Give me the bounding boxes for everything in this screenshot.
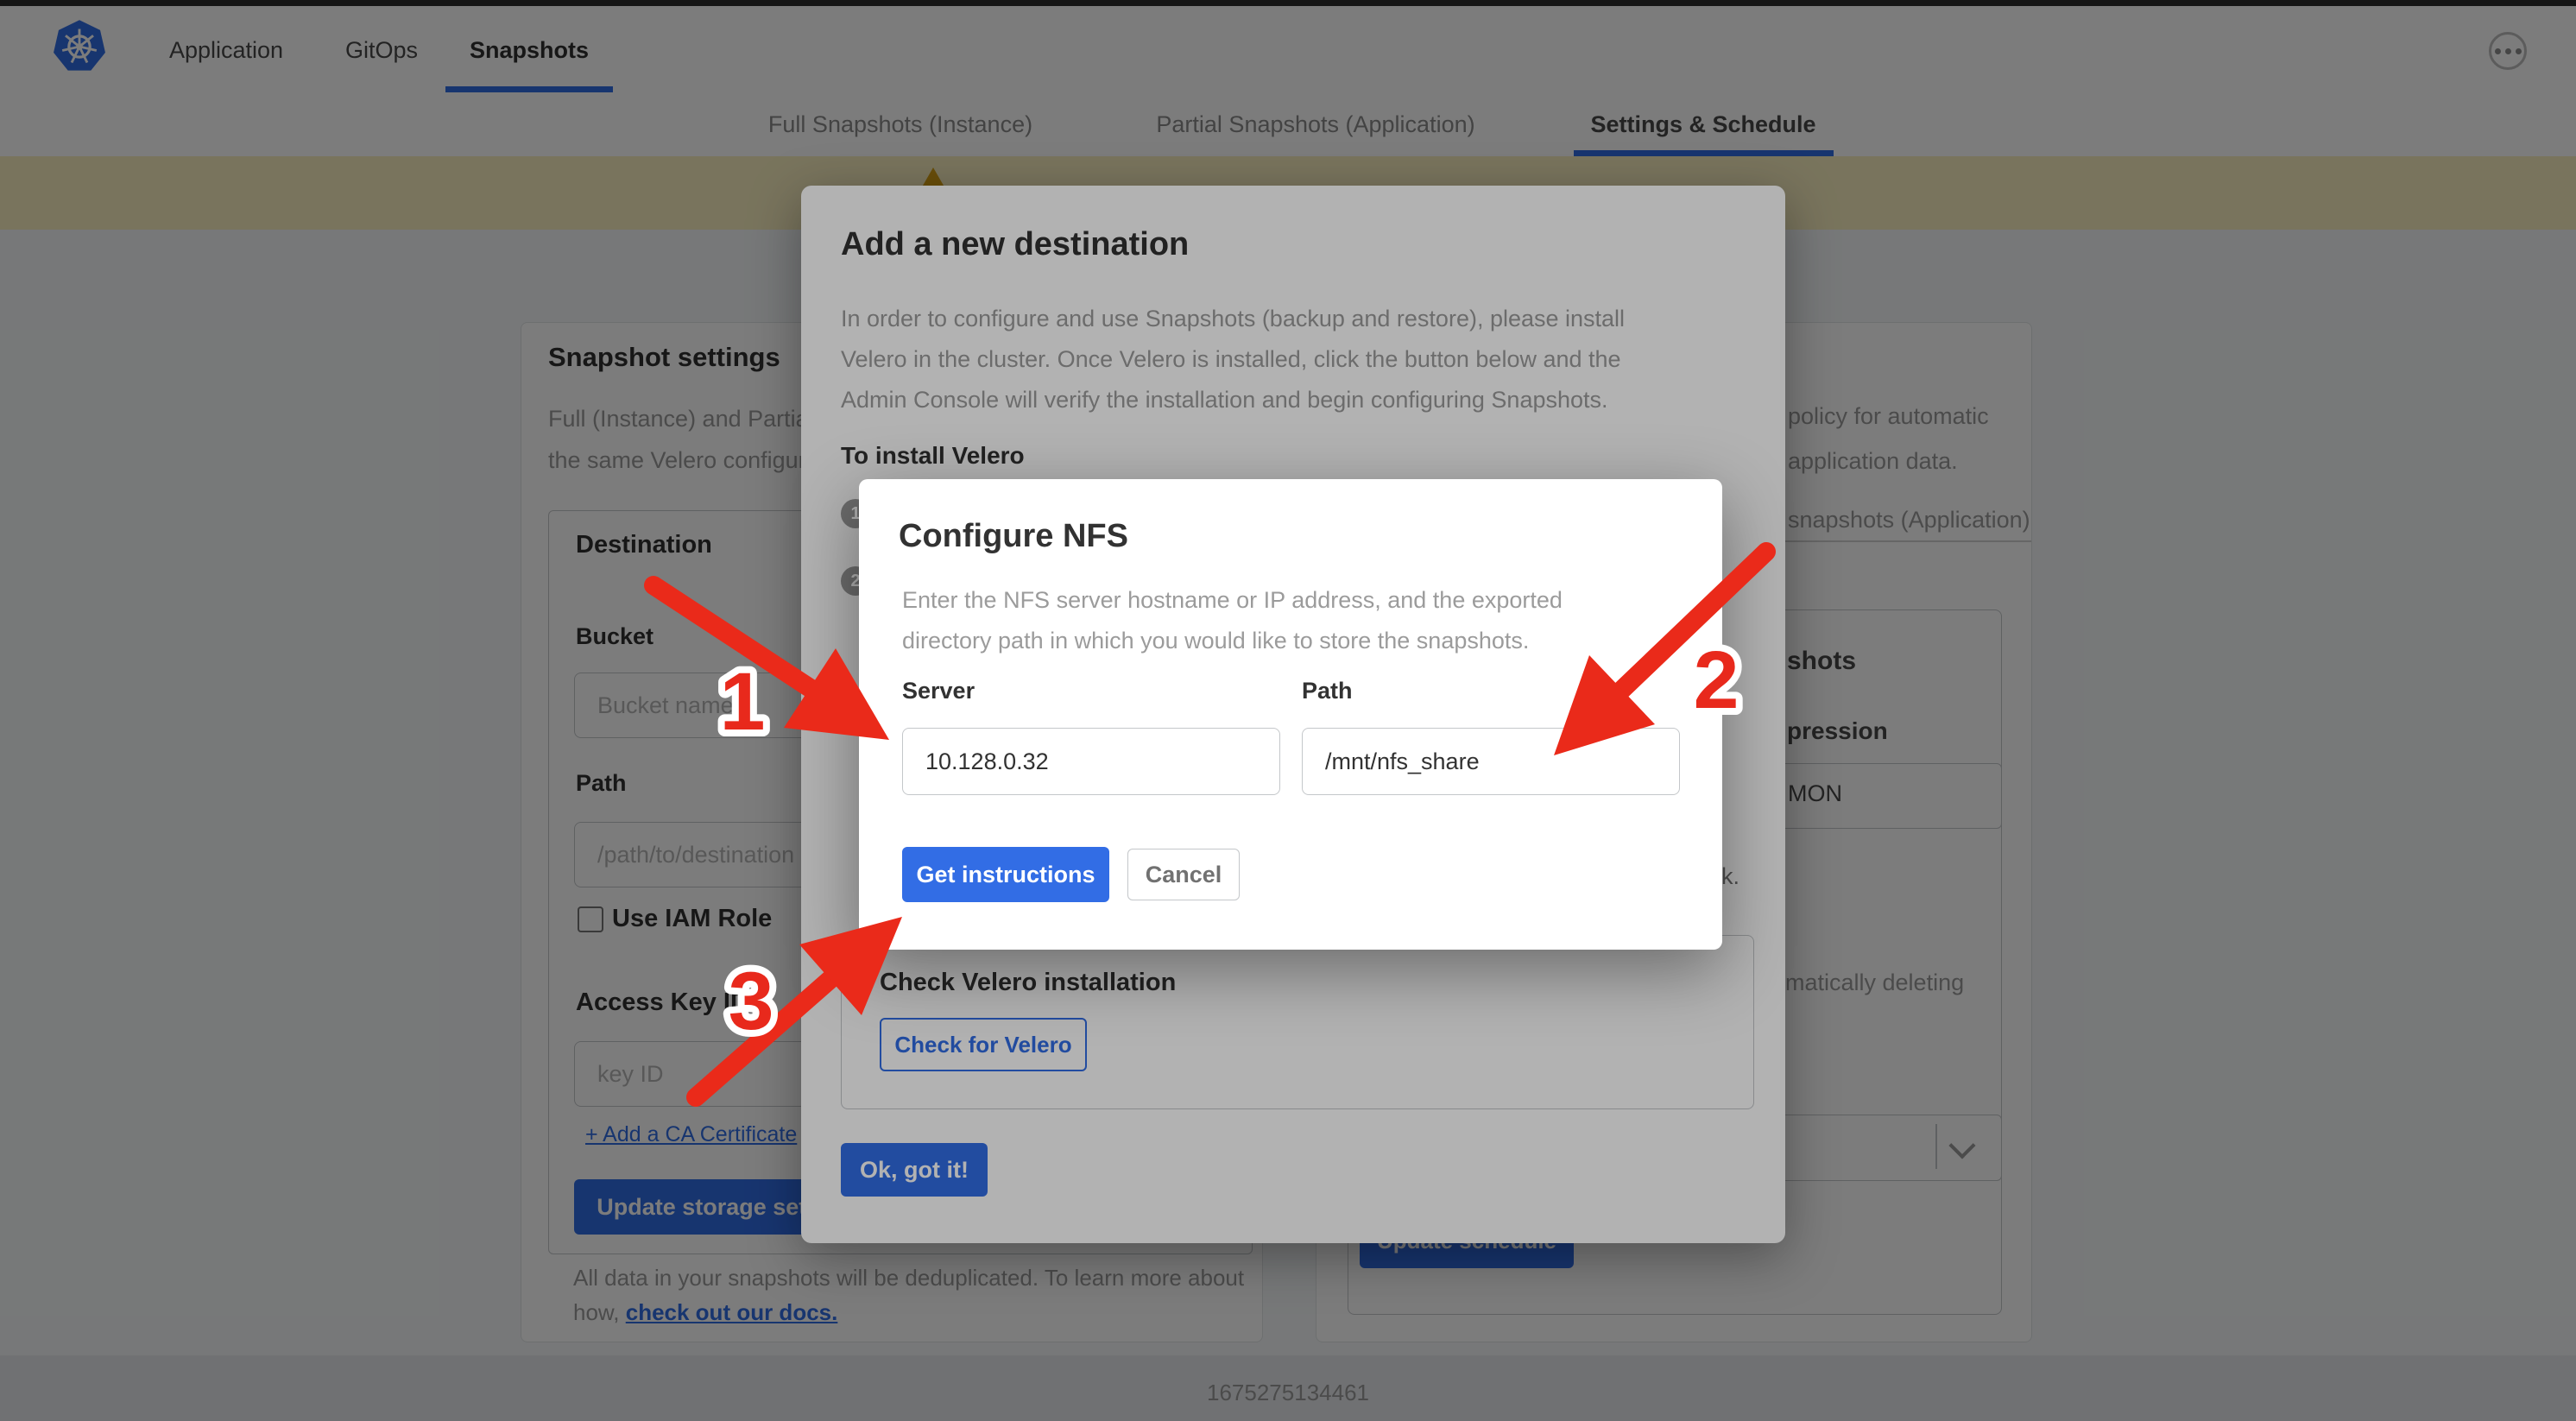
admin-console-screen: Application GitOps Snapshots Full Snapsh… — [0, 0, 2576, 1421]
cancel-button[interactable]: Cancel — [1127, 849, 1240, 900]
subtab-settings-schedule[interactable]: Settings & Schedule — [1590, 111, 1815, 138]
subtab-full-snapshots[interactable]: Full Snapshots (Instance) — [768, 111, 1032, 138]
select-divider — [1935, 1124, 1937, 1169]
subtab-partial-snapshots[interactable]: Partial Snapshots (Application) — [1156, 111, 1474, 138]
kubernetes-logo-icon — [52, 19, 107, 74]
destination-modal-body-line1: In order to configure and use Snapshots … — [841, 299, 1721, 339]
dedup-note-prefix: how, — [573, 1299, 620, 1325]
nav-tab-snapshots[interactable]: Snapshots — [470, 37, 589, 64]
nfs-modal-title: Configure NFS — [899, 518, 1128, 555]
nfs-description-line1: Enter the NFS server hostname or IP addr… — [902, 580, 1696, 621]
dest-path-label: Path — [576, 770, 627, 797]
add-ca-certificate-link[interactable]: + Add a CA Certificate — [585, 1122, 797, 1147]
cron-expression-value-fragment: MON — [1788, 780, 1842, 807]
footer-band: 1675275134461 — [0, 1355, 2576, 1421]
schedule-text-fragment-appdata: application data. — [1788, 448, 1958, 475]
active-tab-underline — [445, 86, 613, 92]
ellipsis-dot — [2516, 48, 2522, 54]
dedup-note-line2: how, check out our docs. — [573, 1299, 837, 1326]
more-options-icon[interactable] — [2489, 32, 2527, 70]
schedule-tab-partial-snapshots[interactable]: snapshots (Application) — [1788, 507, 2030, 534]
active-subtab-underline — [1574, 150, 1834, 156]
install-velero-heading: To install Velero — [841, 442, 1025, 470]
destination-modal-body-line3: Admin Console will verify the installati… — [841, 380, 1721, 420]
nfs-path-label: Path — [1302, 678, 1353, 704]
settings-card-title: Snapshot settings — [548, 342, 780, 373]
ok-got-it-button[interactable]: Ok, got it! — [841, 1143, 988, 1197]
timestamp-text: 1675275134461 — [1207, 1380, 1369, 1406]
top-navbar: Application GitOps Snapshots — [0, 6, 2576, 93]
destination-label: Destination — [576, 531, 712, 559]
get-instructions-button[interactable]: Get instructions — [902, 847, 1109, 902]
retention-text-fragment: matically deleting — [1785, 969, 1964, 996]
use-iam-role-label: Use IAM Role — [612, 905, 772, 933]
destination-modal-title: Add a new destination — [841, 226, 1189, 263]
occluded-text-fragment: k. — [1721, 863, 1739, 890]
destination-modal-body-line2: Velero in the cluster. Once Velero is in… — [841, 339, 1721, 380]
configure-nfs-modal: Configure NFS Enter the NFS server hostn… — [859, 479, 1722, 950]
nfs-path-input[interactable] — [1302, 728, 1680, 795]
window-top-strip — [0, 0, 2576, 6]
server-input[interactable] — [902, 728, 1280, 795]
schedule-heading-fragment: shots — [1787, 647, 1856, 676]
ellipsis-dot — [2505, 48, 2511, 54]
schedule-text-fragment-policy: policy for automatic — [1788, 403, 1989, 430]
expression-label-fragment: pression — [1787, 717, 1888, 745]
ellipsis-dot — [2495, 48, 2501, 54]
check-for-velero-button[interactable]: Check for Velero — [880, 1018, 1087, 1071]
use-iam-role-checkbox[interactable] — [578, 906, 603, 932]
access-key-label: Access Key ID — [576, 988, 748, 1017]
check-velero-section: Check Velero installation Check for Vele… — [841, 935, 1754, 1109]
nav-tab-gitops[interactable]: GitOps — [345, 37, 418, 64]
nfs-description-line2: directory path in which you would like t… — [902, 621, 1696, 661]
dedup-note-line1: All data in your snapshots will be dedup… — [573, 1265, 1244, 1292]
snapshots-subnav: Full Snapshots (Instance) Partial Snapsh… — [0, 92, 2576, 156]
bucket-label: Bucket — [576, 623, 653, 650]
check-velero-heading: Check Velero installation — [880, 969, 1176, 997]
nav-tab-application[interactable]: Application — [169, 37, 283, 64]
server-label: Server — [902, 678, 975, 704]
docs-link[interactable]: check out our docs. — [626, 1299, 838, 1325]
